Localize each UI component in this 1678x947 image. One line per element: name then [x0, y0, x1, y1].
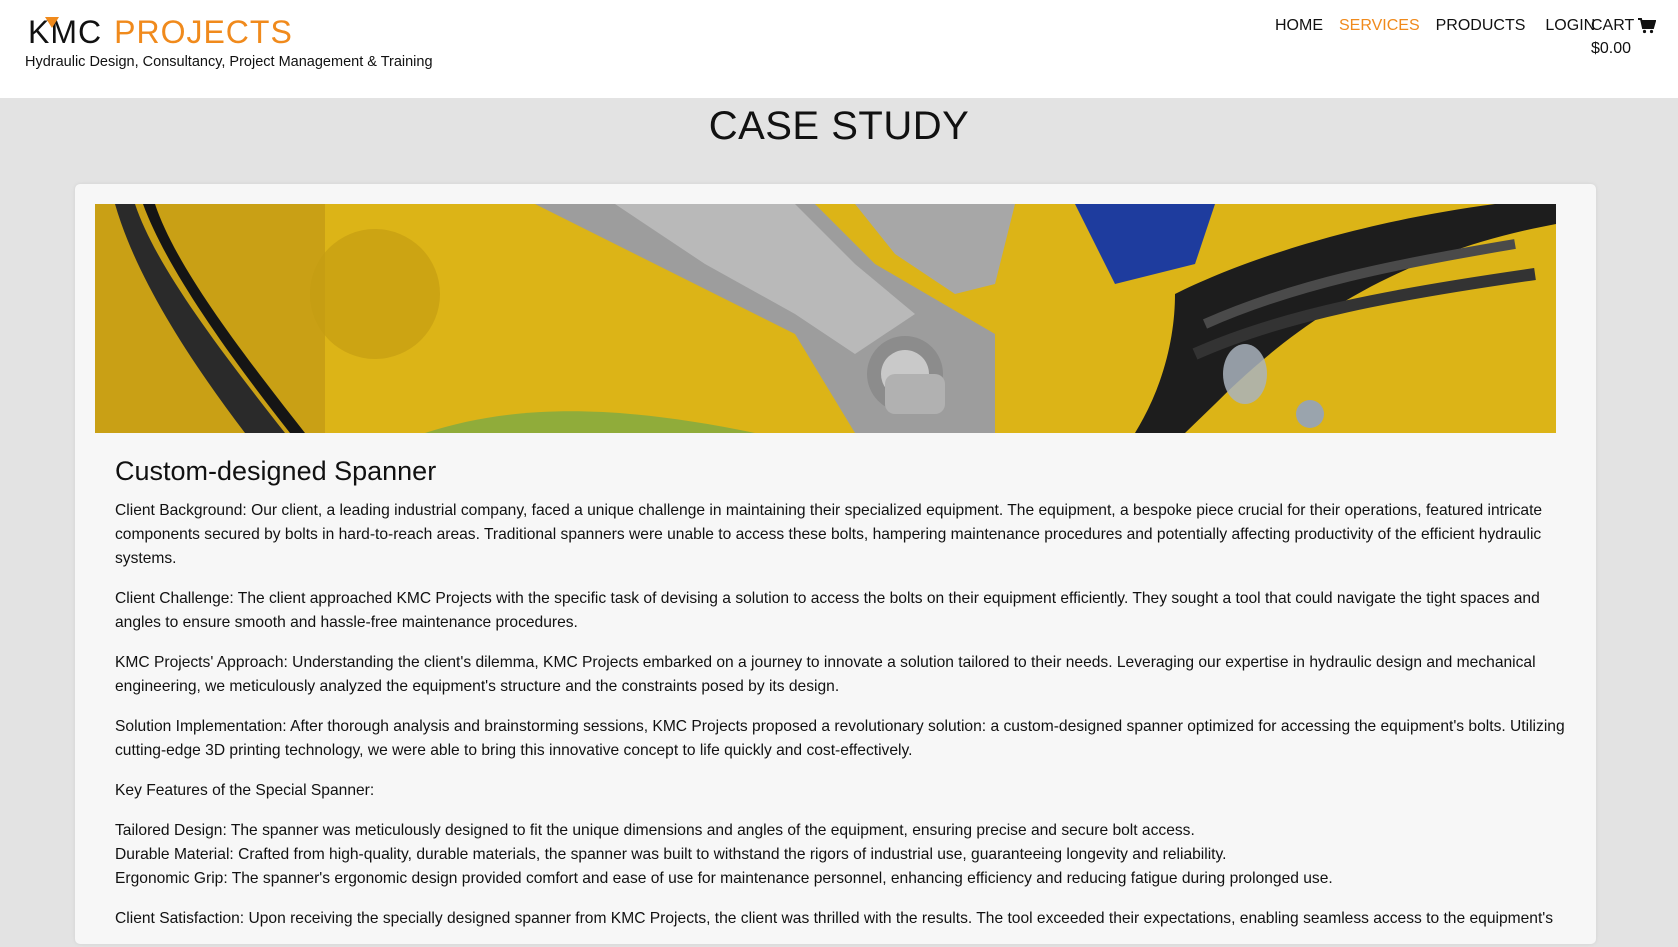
feature-item: Durable Material: Crafted from high-qual… — [115, 846, 1227, 863]
shopping-cart-icon — [1638, 18, 1657, 34]
nav-products[interactable]: PRODUCTS — [1436, 17, 1526, 35]
nav-services[interactable]: SERVICES — [1339, 17, 1420, 35]
site-header: KMC PROJECTS Hydraulic Design, Consultan… — [0, 0, 1678, 98]
feature-item: Ergonomic Grip: The spanner's ergonomic … — [115, 870, 1333, 887]
features-heading: Key Features of the Special Spanner: — [115, 782, 375, 799]
cart-link[interactable]: CART $0.00 — [1591, 17, 1657, 58]
cart-label: CART — [1591, 17, 1635, 34]
logo-kmc: KMC — [28, 13, 103, 50]
main-nav: HOME SERVICES PRODUCTS LOGIN — [1275, 17, 1614, 35]
nav-login[interactable]: LOGIN — [1545, 17, 1595, 35]
cart-total: $0.00 — [1591, 40, 1632, 57]
client-satisfaction-paragraph: Client Satisfaction: Upon receiving the … — [115, 910, 1554, 927]
case-study-content: Custom-designed Spanner Client Backgroun… — [115, 456, 1565, 947]
client-background-paragraph: Client Background: Our client, a leading… — [115, 502, 1543, 567]
feature-item: Tailored Design: The spanner was meticul… — [115, 822, 1195, 839]
client-challenge-paragraph: Client Challenge: The client approached … — [115, 590, 1540, 631]
case-study-card: Custom-designed Spanner Client Backgroun… — [75, 184, 1596, 944]
site-logo[interactable]: KMC PROJECTS — [28, 14, 293, 50]
page-title: CASE STUDY — [708, 104, 970, 148]
logo-projects: PROJECTS — [114, 13, 293, 50]
site-tagline: Hydraulic Design, Consultancy, Project M… — [25, 54, 433, 70]
case-study-title: Custom-designed Spanner — [115, 456, 437, 486]
features-list: Tailored Design: The spanner was meticul… — [115, 819, 1565, 891]
logo-triangle-icon — [45, 17, 59, 28]
approach-paragraph: KMC Projects' Approach: Understanding th… — [115, 654, 1536, 695]
nav-home[interactable]: HOME — [1275, 17, 1323, 35]
implementation-paragraph: Solution Implementation: After thorough … — [115, 718, 1565, 759]
hero-image — [95, 204, 1556, 433]
